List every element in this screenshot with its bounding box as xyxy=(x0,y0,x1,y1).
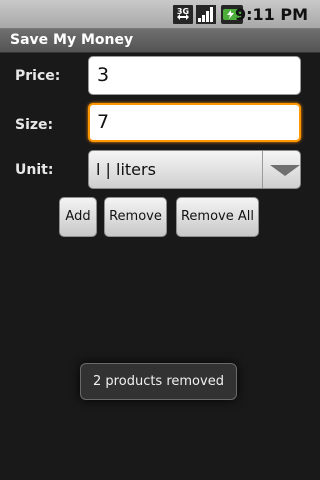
dropdown-divider xyxy=(262,151,263,188)
3g-data-icon: 3G xyxy=(173,5,193,24)
size-label: Size: xyxy=(15,117,54,133)
price-input[interactable]: 3 xyxy=(88,56,301,95)
unit-dropdown[interactable]: l | liters xyxy=(88,150,301,189)
unit-label: Unit: xyxy=(15,162,54,178)
price-label: Price: xyxy=(15,68,61,84)
add-button[interactable]: Add xyxy=(59,197,97,237)
status-time: 9:11 PM xyxy=(234,5,308,24)
toast-message: 2 products removed xyxy=(80,363,237,400)
app-title-bar: Save My Money xyxy=(0,29,320,53)
status-bar: 3G 9:11 PM xyxy=(0,0,320,29)
remove-all-button[interactable]: Remove All xyxy=(176,197,259,237)
size-input[interactable]: 7 xyxy=(88,103,301,142)
unit-selected-value: l | liters xyxy=(96,160,156,179)
signal-strength-icon xyxy=(196,5,216,24)
remove-button[interactable]: Remove xyxy=(104,197,167,237)
svg-text:3G: 3G xyxy=(177,7,189,16)
chevron-down-icon[interactable] xyxy=(270,165,300,176)
app-title: Save My Money xyxy=(10,32,134,48)
main-content: Price: 3 Size: 7 Unit: l | liters Add Re… xyxy=(0,53,320,480)
